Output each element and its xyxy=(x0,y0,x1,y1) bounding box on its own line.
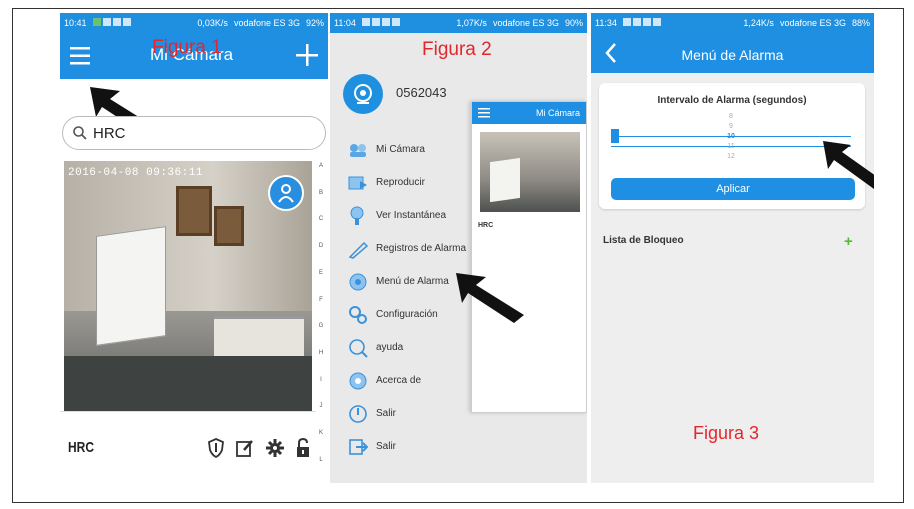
settings-icon xyxy=(348,305,368,325)
side-menu-item-label: ayuda xyxy=(376,342,404,353)
side-menu-item[interactable]: Mi Cámara xyxy=(348,133,478,166)
side-menu-item-label: Configuración xyxy=(376,309,438,320)
side-menu-item[interactable]: Salir xyxy=(348,430,478,463)
picker-value[interactable]: 11 xyxy=(611,143,851,150)
power-icon xyxy=(348,404,368,424)
camera-avatar-icon xyxy=(354,84,372,104)
alphabet-index-letter[interactable]: D xyxy=(315,243,327,249)
side-menu-item[interactable]: Salir xyxy=(348,397,478,430)
hamburger-menu-icon[interactable] xyxy=(478,108,490,118)
side-menu-item[interactable]: Acerca de xyxy=(348,364,478,397)
alphabet-index-letter[interactable]: K xyxy=(315,430,327,436)
page-title: Menú de Alarma xyxy=(681,47,784,63)
shield-icon[interactable] xyxy=(208,437,224,458)
side-menu-item-label: Menú de Alarma xyxy=(376,276,449,287)
add-icon[interactable] xyxy=(296,44,318,66)
status-bar: 11:34 1,24K/s vodafone ES 3G 88% xyxy=(591,13,874,33)
alphabet-index-letter[interactable]: I xyxy=(315,377,327,383)
interval-title: Intervalo de Alarma (segundos) xyxy=(657,95,807,106)
alphabet-index-letter[interactable]: L xyxy=(315,457,327,463)
interval-picker[interactable]: 8 9 10 11 12 xyxy=(611,113,851,169)
main-screen-preview[interactable]: Mi Cámara HRC xyxy=(471,101,587,413)
side-menu-item-label: Salir xyxy=(376,441,397,452)
alarm-log-icon xyxy=(348,239,368,259)
camera-timestamp: 2016-04-08 09:36:11 xyxy=(68,167,203,179)
alarm-menu-icon xyxy=(348,272,368,292)
screen-side-menu: 11:04 1,07K/s vodafone ES 3G 90% Figura … xyxy=(330,13,587,483)
search-icon xyxy=(73,126,87,140)
account-id: 0562043 xyxy=(396,85,447,100)
side-menu-item[interactable]: Ver Instantánea xyxy=(348,199,478,232)
status-net: 1,24K/s xyxy=(743,18,774,28)
add-block-icon[interactable]: + xyxy=(844,233,853,250)
screen-alarm-menu: 11:34 1,24K/s vodafone ES 3G 88% Menú de… xyxy=(591,13,874,483)
figure-label: Figura 2 xyxy=(422,39,492,60)
alphabet-index-letter[interactable]: F xyxy=(315,297,327,303)
side-menu-item-label: Acerca de xyxy=(376,375,422,386)
figure-label: Figura 1 xyxy=(152,37,222,58)
status-carrier: vodafone ES 3G xyxy=(779,18,846,28)
preview-camera-thumbnail xyxy=(480,132,580,212)
status-carrier: vodafone ES 3G xyxy=(492,18,559,28)
user-icon xyxy=(278,184,294,203)
side-menu-item[interactable]: Reproducir xyxy=(348,166,478,199)
alphabet-index-letter[interactable]: A xyxy=(315,163,327,169)
status-bar: 11:04 1,07K/s vodafone ES 3G 90% xyxy=(330,13,587,33)
picker-value[interactable]: 8 xyxy=(611,113,851,120)
alphabet-index-letter[interactable]: B xyxy=(315,190,327,196)
side-menu-item-label: Mi Cámara xyxy=(376,144,425,155)
side-menu-item[interactable]: ayuda xyxy=(348,331,478,364)
exit-icon xyxy=(348,437,368,457)
gear-icon[interactable] xyxy=(266,438,284,457)
annotation-arrow-icon xyxy=(823,141,874,189)
picker-value[interactable]: 9 xyxy=(611,123,851,130)
camera-icon xyxy=(348,140,368,160)
status-battery: 88% xyxy=(851,18,870,28)
picker-value[interactable]: 10 xyxy=(611,133,851,140)
unlock-icon[interactable] xyxy=(296,437,310,458)
status-carrier: vodafone ES 3G xyxy=(233,18,300,28)
edit-icon[interactable] xyxy=(236,439,254,457)
status-net: 1,07K/s xyxy=(456,18,487,28)
preview-app-bar: Mi Cámara xyxy=(472,102,586,124)
search-input[interactable]: HRC xyxy=(62,116,326,150)
account-avatar[interactable] xyxy=(343,74,383,114)
screen-camera-list: 10:41 0,03K/s vodafone ES 3G 92% Mi Cáma… xyxy=(60,13,328,483)
alphabet-index-letter[interactable]: E xyxy=(315,270,327,276)
apply-button[interactable]: Aplicar xyxy=(611,178,855,200)
camera-footer: HRC xyxy=(60,411,316,483)
about-icon xyxy=(348,371,368,391)
alphabet-index[interactable]: A B C D E F G H I J K L xyxy=(315,163,327,463)
preview-camera-name: HRC xyxy=(478,222,494,229)
camera-live-thumbnail[interactable]: 2016-04-08 09:36:11 xyxy=(64,161,312,411)
picker-value[interactable]: 12 xyxy=(611,153,851,160)
status-net: 0,03K/s xyxy=(197,18,228,28)
hamburger-menu-icon[interactable] xyxy=(70,46,92,66)
alphabet-index-letter[interactable]: G xyxy=(315,323,327,329)
status-battery: 92% xyxy=(305,18,324,28)
status-bar: 10:41 0,03K/s vodafone ES 3G 92% xyxy=(60,13,328,33)
annotation-arrow-icon xyxy=(456,273,524,323)
figure-label: Figura 3 xyxy=(693,423,760,443)
alphabet-index-letter[interactable]: H xyxy=(315,350,327,356)
camera-name: HRC xyxy=(68,439,94,456)
search-value: HRC xyxy=(93,124,126,142)
status-time: 10:41 xyxy=(64,18,87,28)
side-menu-item-label: Ver Instantánea xyxy=(376,210,447,221)
side-menu-item[interactable]: Registros de Alarma xyxy=(348,232,478,265)
snapshot-icon xyxy=(348,206,368,226)
alphabet-index-letter[interactable]: C xyxy=(315,216,327,222)
side-menu-item-label: Registros de Alarma xyxy=(376,243,467,254)
status-battery: 90% xyxy=(564,18,583,28)
side-menu-item-label: Salir xyxy=(376,408,397,419)
play-icon xyxy=(348,173,368,193)
help-icon xyxy=(348,338,368,358)
status-time: 11:34 xyxy=(595,18,617,28)
preview-title: Mi Cámara xyxy=(535,108,580,118)
block-list-label: Lista de Bloqueo xyxy=(603,235,684,246)
user-profile-button[interactable] xyxy=(268,175,304,211)
alphabet-index-letter[interactable]: J xyxy=(315,403,327,409)
side-menu-item-label: Reproducir xyxy=(376,177,425,188)
status-time: 11:04 xyxy=(334,18,356,28)
